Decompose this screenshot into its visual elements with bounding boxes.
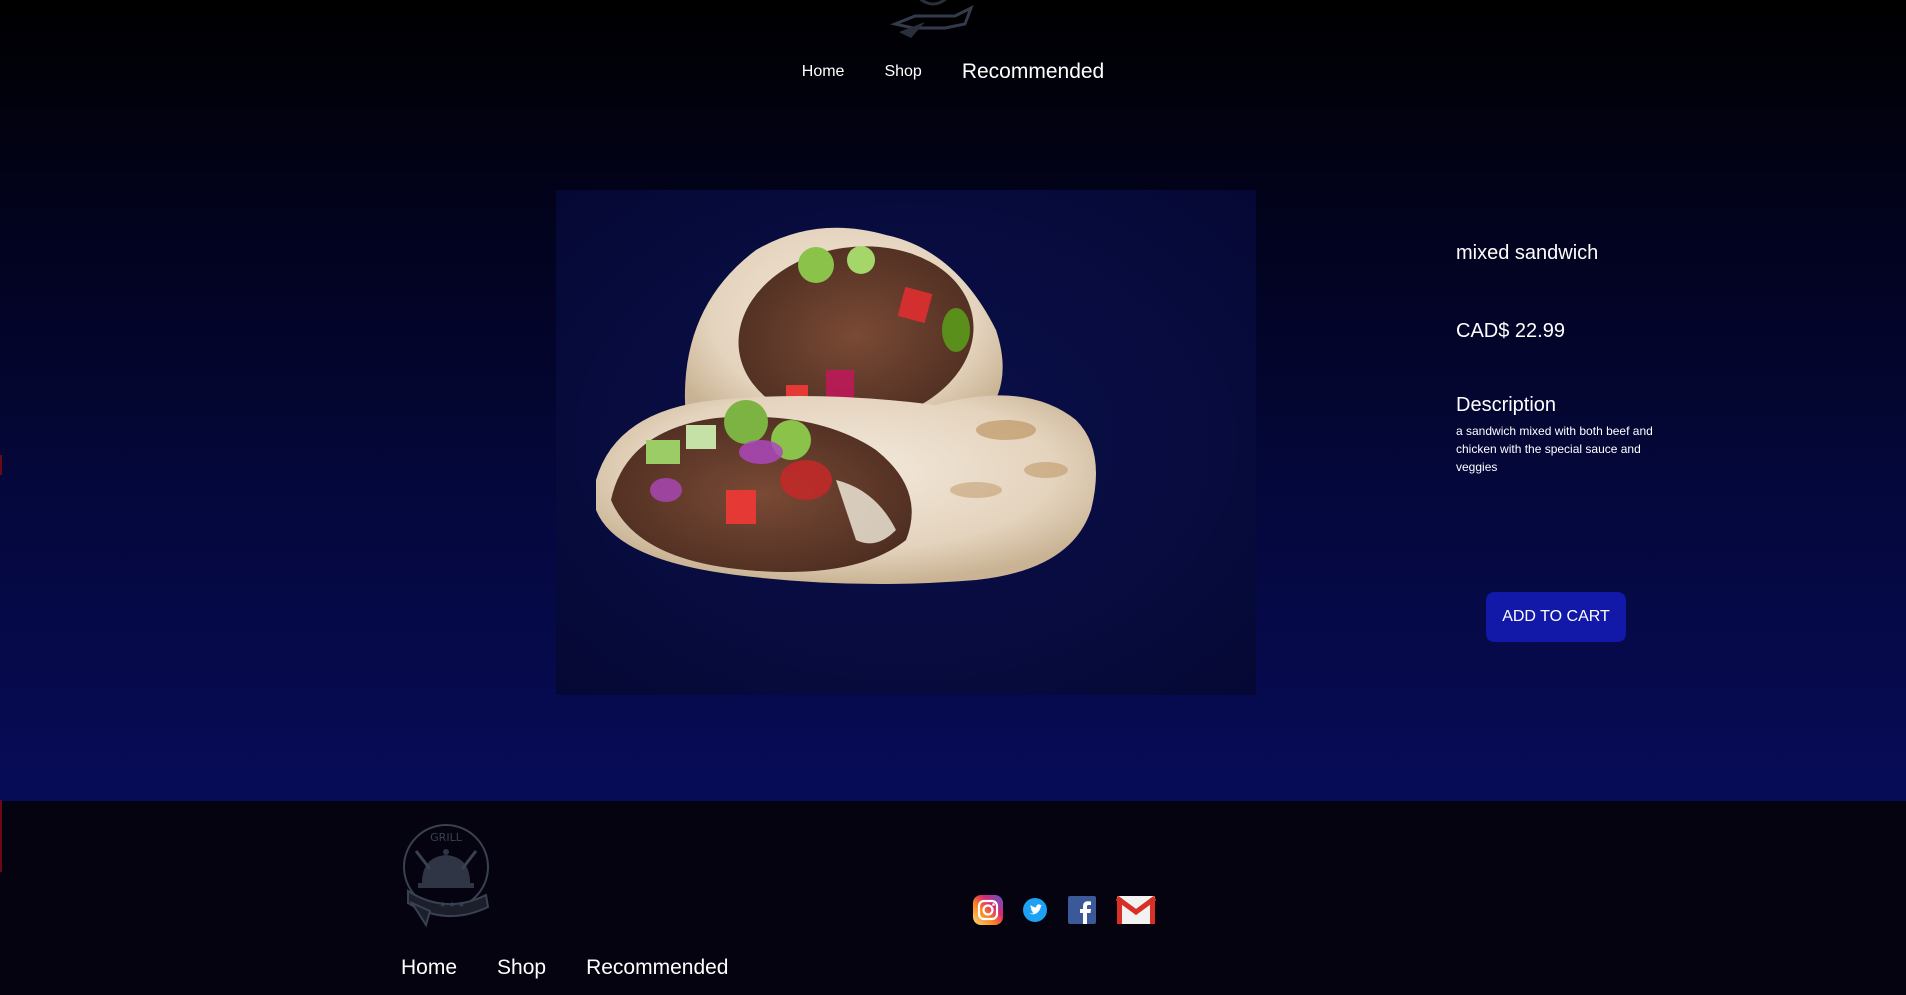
logo-text: GRILL xyxy=(430,831,463,844)
facebook-icon[interactable] xyxy=(1068,896,1096,924)
social-links xyxy=(972,894,1174,926)
footer-nav-shop[interactable]: Shop xyxy=(497,956,546,980)
product-image xyxy=(556,190,1256,695)
footer-nav-home[interactable]: Home xyxy=(401,956,457,980)
add-to-cart-button[interactable]: ADD TO CART xyxy=(1486,592,1626,642)
description-text: a sandwich mixed with both beef and chic… xyxy=(1456,424,1653,474)
wrap-sandwich-illustration xyxy=(596,227,1096,584)
product-name: mixed sandwich xyxy=(1456,242,1599,264)
brand-logo-icon[interactable] xyxy=(885,0,981,40)
svg-text:★ ★ ★: ★ ★ ★ xyxy=(439,900,465,909)
nav-home[interactable]: Home xyxy=(802,63,845,81)
left-edge-accent xyxy=(0,800,2,872)
footer: GRILL ★ ★ ★ Home Shop Recommended xyxy=(0,801,1906,995)
instagram-icon[interactable] xyxy=(972,894,1004,926)
product-price: CAD$ 22.99 xyxy=(1456,320,1565,342)
page: Home Shop Recommended mixed sandwich CAD… xyxy=(0,0,1906,995)
gmail-icon[interactable] xyxy=(1116,895,1156,925)
nav-shop[interactable]: Shop xyxy=(884,63,921,81)
main-nav: Home Shop Recommended xyxy=(0,60,1906,84)
hero-section: Home Shop Recommended mixed sandwich CAD… xyxy=(0,0,1906,801)
footer-nav-recommended[interactable]: Recommended xyxy=(586,956,728,980)
nav-recommended[interactable]: Recommended xyxy=(962,60,1104,84)
left-edge-accent xyxy=(0,455,2,475)
product-info: mixed sandwich CAD$ 22.99 Description a … xyxy=(1456,236,1676,476)
twitter-icon[interactable] xyxy=(1022,897,1048,923)
footer-nav: Home Shop Recommended xyxy=(401,956,728,980)
grill-logo-icon[interactable]: GRILL ★ ★ ★ xyxy=(400,821,492,937)
description-heading: Description xyxy=(1456,394,1557,416)
